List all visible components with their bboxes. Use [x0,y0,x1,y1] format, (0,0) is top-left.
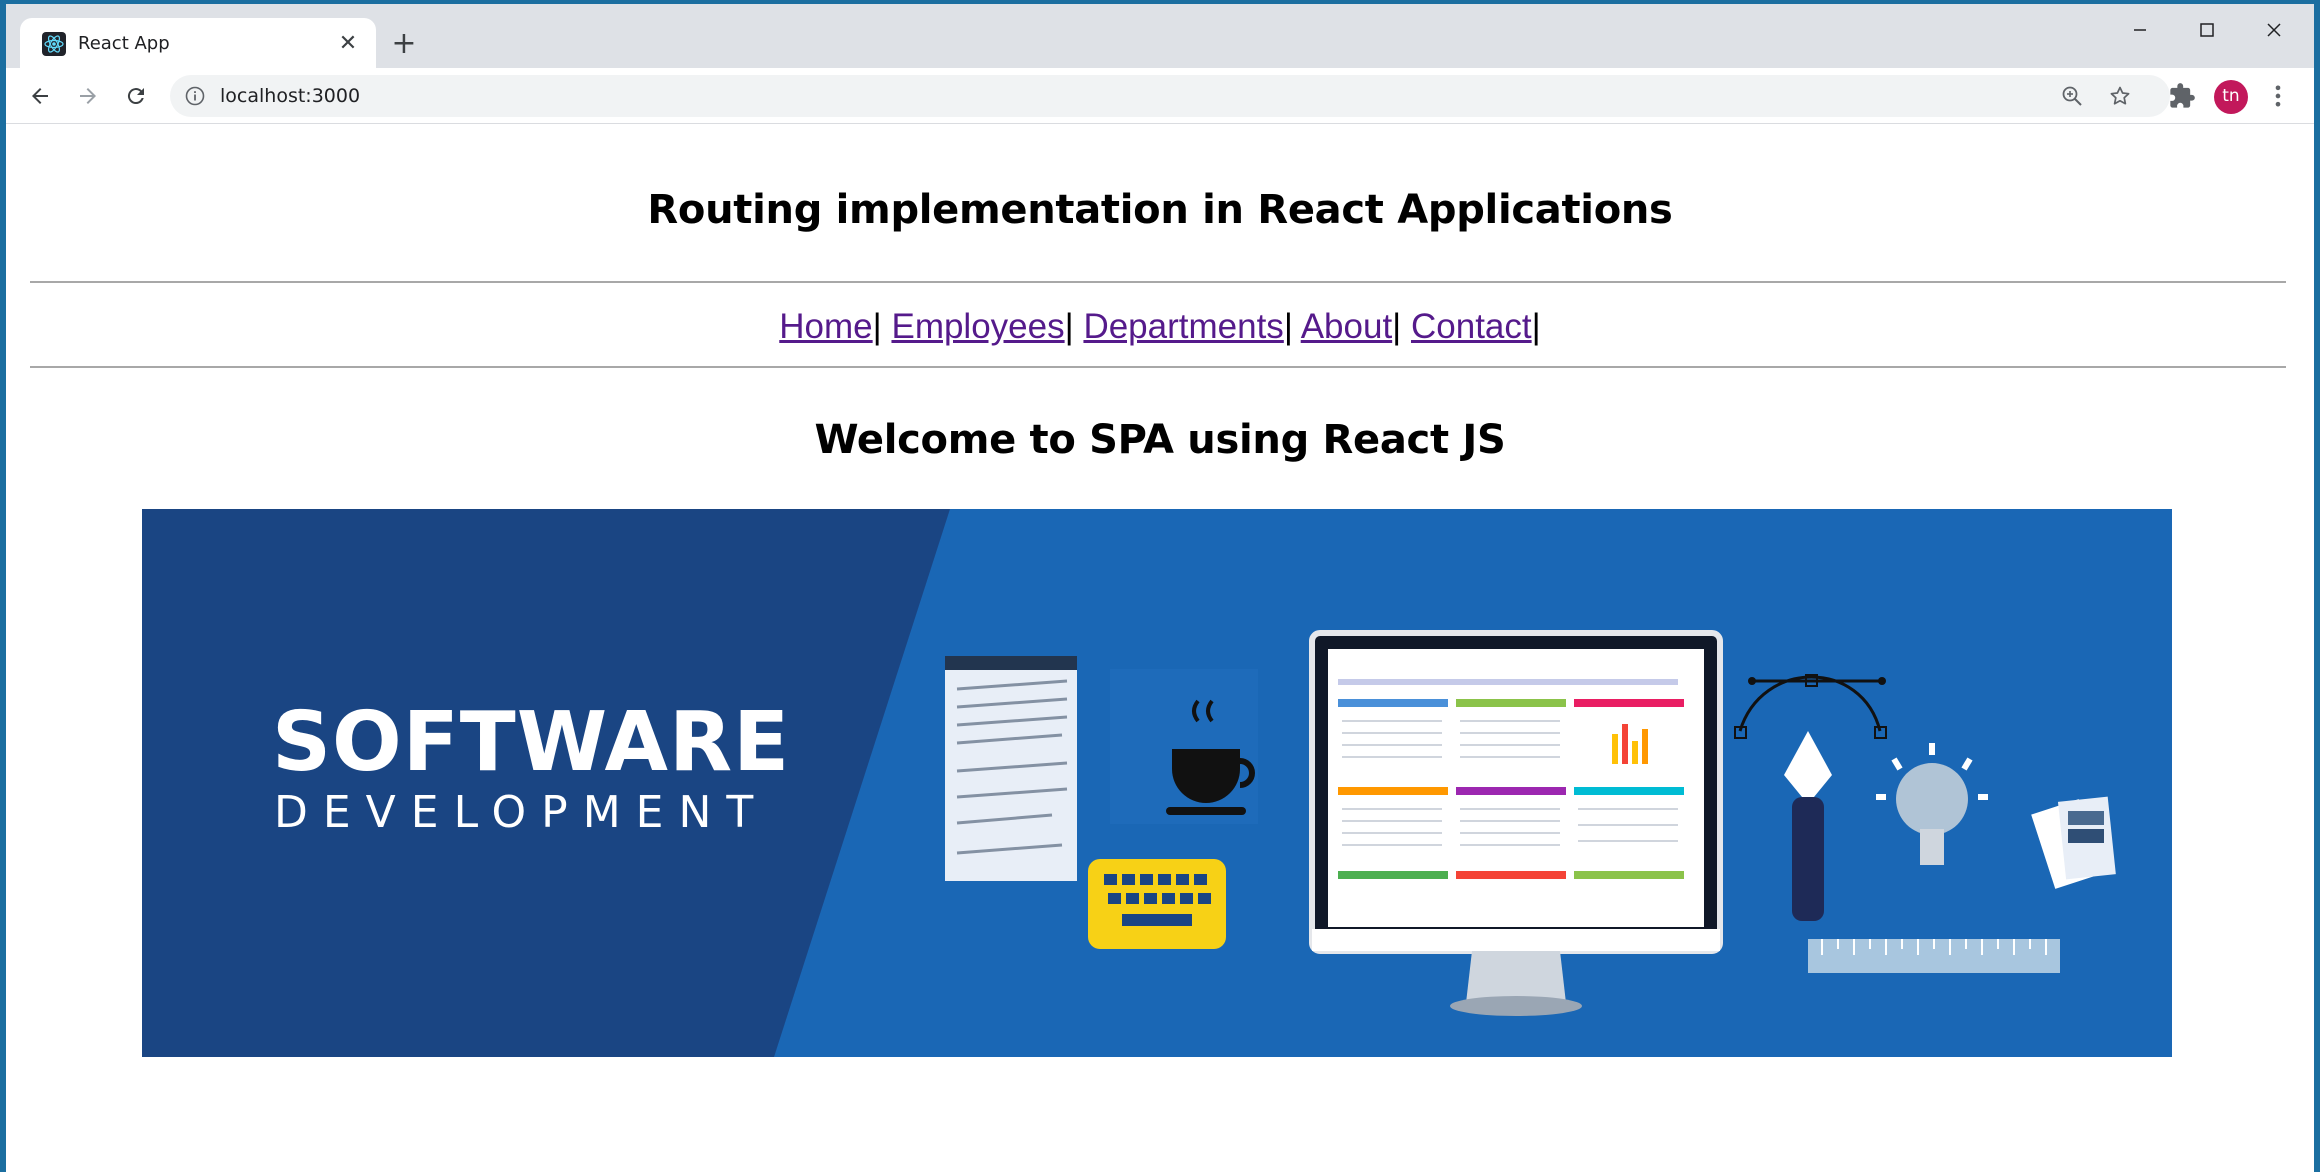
nav-link-about[interactable]: About [1301,307,1392,346]
star-icon[interactable] [2108,84,2132,108]
kebab-menu-icon[interactable] [2264,82,2292,110]
nav-link-home[interactable]: Home [779,307,872,346]
url-text[interactable]: localhost:3000 [220,85,360,107]
reload-icon[interactable] [118,78,154,114]
nav-separator: | [1392,307,1402,346]
nav-link-employees[interactable]: Employees [891,307,1064,346]
banner-subtitle: DEVELOPMENT [274,787,769,838]
plus-icon[interactable]: + [386,26,422,62]
maximize-icon[interactable] [2183,12,2231,48]
back-icon[interactable] [22,78,58,114]
nav-links: Home| Employees| Departments| About| Con… [6,305,2314,349]
nav-separator: | [1283,307,1293,346]
nav-link-contact[interactable]: Contact [1411,307,1532,346]
tab-strip: React App ✕ + [6,4,2314,70]
avatar[interactable]: tn [2214,80,2248,114]
nav-link-departments[interactable]: Departments [1083,307,1283,346]
nav-separator: | [1531,307,1541,346]
nav-separator: | [872,307,882,346]
browser-window: React App ✕ + localhost:3000 tn Routing … [6,4,2314,1172]
react-icon [42,32,66,56]
welcome-heading: Welcome to SPA using React JS [814,417,1506,463]
puzzle-icon[interactable] [2168,82,2196,110]
software-development-banner: SOFTWARE DEVELOPMENT [142,509,2172,1057]
close-icon[interactable]: ✕ [334,30,362,58]
zoom-icon[interactable] [2060,84,2084,108]
tab-title: React App [78,33,170,54]
banner-title: SOFTWARE [272,695,791,790]
window-close-icon[interactable] [2250,12,2298,48]
info-icon[interactable] [184,85,206,107]
browser-toolbar: localhost:3000 tn [6,68,2314,124]
minimize-icon[interactable] [2116,12,2164,48]
forward-icon[interactable] [70,78,106,114]
page-content: Routing implementation in React Applicat… [6,125,2314,1172]
divider-bottom [30,366,2286,368]
divider-top [30,281,2286,283]
address-bar[interactable]: localhost:3000 [170,75,2170,117]
nav-separator: | [1064,307,1074,346]
tab-react-app[interactable]: React App ✕ [20,18,376,70]
page-title: Routing implementation in React Applicat… [647,187,1673,233]
